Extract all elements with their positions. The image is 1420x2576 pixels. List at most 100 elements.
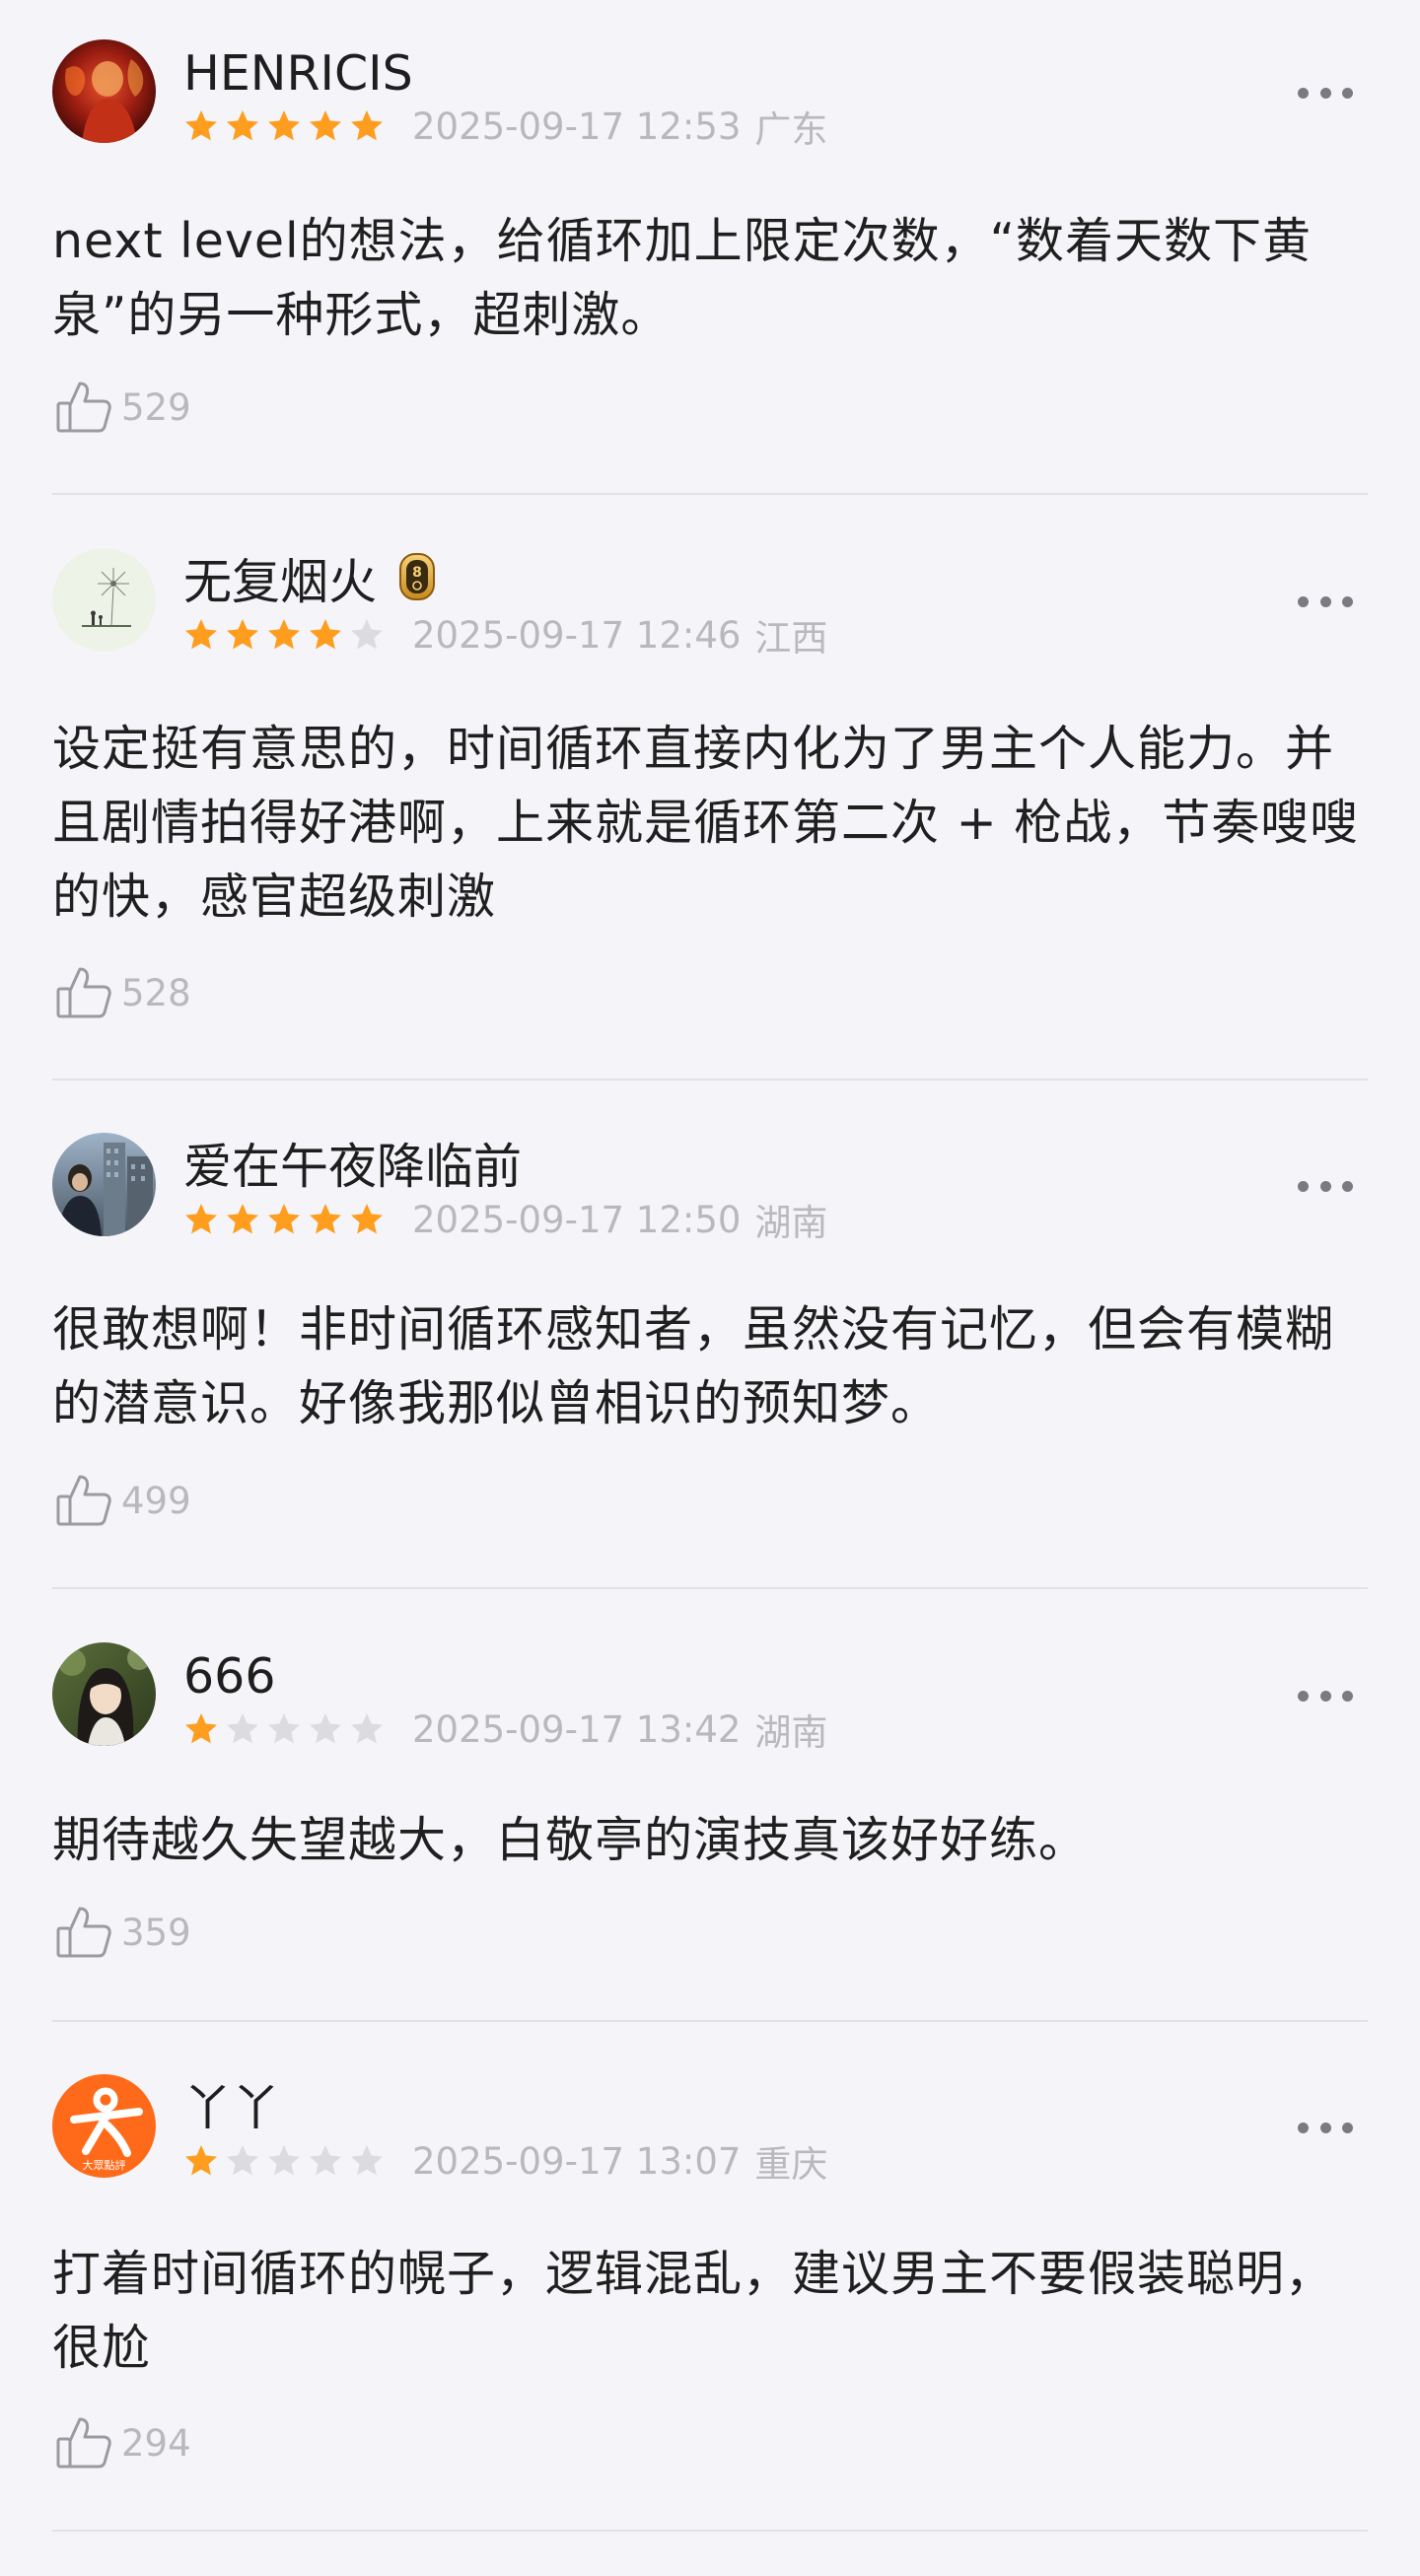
like-count: 359: [121, 1911, 191, 1954]
dot-icon: [1342, 595, 1353, 607]
divider: [52, 493, 1368, 495]
review-meta: 2025-09-17 12:50 湖南: [183, 1198, 827, 1244]
like-button[interactable]: 529: [52, 376, 191, 439]
review-content: 期待越久失望越大，白敬亭的演技真该好好练。: [52, 1812, 1089, 1868]
username-text: 爱在午夜降临前: [183, 1139, 523, 1195]
review-meta: 2025-09-17 12:46 江西: [183, 613, 827, 660]
star-empty-icon: [225, 1711, 260, 1747]
like-button[interactable]: 528: [52, 961, 191, 1024]
star-filled-icon: [183, 1202, 219, 1237]
star-filled-icon: [183, 108, 219, 144]
username[interactable]: 无复烟火 8: [183, 553, 436, 612]
review-content: 设定挺有意思的，时间循环直接内化为了男主个人能力。并且剧情拍得好港啊，上来就是循…: [52, 721, 1360, 925]
avatar[interactable]: [52, 39, 156, 143]
username[interactable]: 爱在午夜降临前: [183, 1138, 522, 1197]
star-rating: [183, 1711, 390, 1747]
star-filled-icon: [225, 108, 260, 144]
star-empty-icon: [225, 2143, 260, 2179]
star-empty-icon: [349, 2143, 385, 2179]
thumbs-up-icon: [52, 1901, 115, 1964]
star-empty-icon: [349, 1711, 385, 1747]
dot-icon: [1319, 2122, 1331, 2133]
dianping-logo-text: 大眾點評: [83, 2158, 126, 2172]
review-date: 2025-09-17 12:53: [412, 104, 742, 148]
review-region: 湖南: [754, 1711, 828, 1754]
dot-icon: [1319, 1180, 1331, 1192]
username[interactable]: 666: [183, 1647, 276, 1706]
star-filled-icon: [308, 1202, 343, 1237]
username-text: HENRICIS: [183, 45, 413, 102]
like-count: 294: [121, 2421, 191, 2465]
divider: [52, 1587, 1368, 1589]
dot-icon: [1319, 1690, 1331, 1702]
more-options-button[interactable]: [1298, 2120, 1353, 2135]
review-region: 广东: [754, 108, 828, 151]
dot-icon: [1319, 595, 1331, 607]
review-content: 很敢想啊！非时间循环感知者，虽然没有记忆，但会有模糊的潜意识。好像我那似曾相识的…: [52, 1301, 1335, 1431]
star-filled-icon: [225, 617, 260, 653]
star-empty-icon: [349, 617, 385, 653]
divider: [52, 2020, 1368, 2022]
more-options-button[interactable]: [1298, 593, 1353, 609]
dot-icon: [1298, 2122, 1309, 2133]
review-region: 江西: [754, 617, 828, 660]
review-meta: 2025-09-17 13:07 重庆: [183, 2139, 827, 2186]
review-date: 2025-09-17 13:07: [412, 2139, 742, 2183]
level-8-badge-icon: 8: [398, 552, 436, 601]
dot-icon: [1342, 1690, 1353, 1702]
thumbs-up-icon: [52, 376, 115, 439]
star-filled-icon: [349, 108, 385, 144]
avatar[interactable]: [52, 1642, 156, 1746]
username-text: 无复烟火: [183, 554, 378, 610]
star-filled-icon: [266, 617, 302, 653]
star-empty-icon: [266, 2143, 302, 2179]
avatar[interactable]: 大眾點評: [52, 2074, 156, 2178]
username[interactable]: 丫丫: [183, 2079, 280, 2138]
review-date: 2025-09-17 12:50: [412, 1198, 742, 1241]
username[interactable]: HENRICIS: [183, 44, 413, 104]
more-options-button[interactable]: [1298, 1688, 1353, 1704]
more-options-button[interactable]: [1298, 1178, 1353, 1194]
avatar[interactable]: [52, 1133, 156, 1236]
dot-icon: [1342, 87, 1353, 99]
thumbs-up-icon: [52, 961, 115, 1024]
thumbs-up-icon: [52, 2411, 115, 2474]
star-filled-icon: [183, 2143, 219, 2179]
dot-icon: [1342, 1180, 1353, 1192]
red-abstract-portrait-avatar: [52, 39, 156, 143]
star-empty-icon: [266, 1711, 302, 1747]
star-filled-icon: [308, 617, 343, 653]
avatar[interactable]: [52, 548, 156, 652]
dot-icon: [1319, 87, 1331, 99]
review-content: next level的想法，给循环加上限定次数，“数着天数下黄泉”的另一种形式，…: [52, 213, 1313, 343]
dot-icon: [1298, 87, 1309, 99]
review-date: 2025-09-17 13:42: [412, 1707, 742, 1751]
star-filled-icon: [183, 617, 219, 653]
username-text: 666: [183, 1648, 276, 1705]
star-empty-icon: [308, 2143, 343, 2179]
review-region: 湖南: [754, 1202, 828, 1244]
review-meta: 2025-09-17 12:53 广东: [183, 104, 827, 151]
star-filled-icon: [225, 1202, 260, 1237]
username-text: 丫丫: [183, 2080, 281, 2136]
like-button[interactable]: 499: [52, 1469, 191, 1532]
thumbs-up-icon: [52, 1469, 115, 1532]
divider: [52, 1079, 1368, 1080]
star-empty-icon: [308, 1711, 343, 1747]
review-region: 重庆: [754, 2143, 828, 2186]
more-options-button[interactable]: [1298, 85, 1353, 101]
dot-icon: [1342, 2122, 1353, 2133]
dianping-logo-avatar: 大眾點評: [52, 2074, 156, 2178]
star-rating: [183, 108, 390, 144]
dot-icon: [1298, 1180, 1309, 1192]
like-button[interactable]: 294: [52, 2411, 191, 2474]
like-count: 499: [121, 1479, 191, 1522]
like-button[interactable]: 359: [52, 1901, 191, 1964]
star-filled-icon: [349, 1202, 385, 1237]
review-meta: 2025-09-17 13:42 湖南: [183, 1707, 827, 1754]
svg-text:8: 8: [412, 565, 422, 581]
star-filled-icon: [266, 108, 302, 144]
star-rating: [183, 2143, 390, 2179]
dot-icon: [1298, 595, 1309, 607]
star-filled-icon: [266, 1202, 302, 1237]
